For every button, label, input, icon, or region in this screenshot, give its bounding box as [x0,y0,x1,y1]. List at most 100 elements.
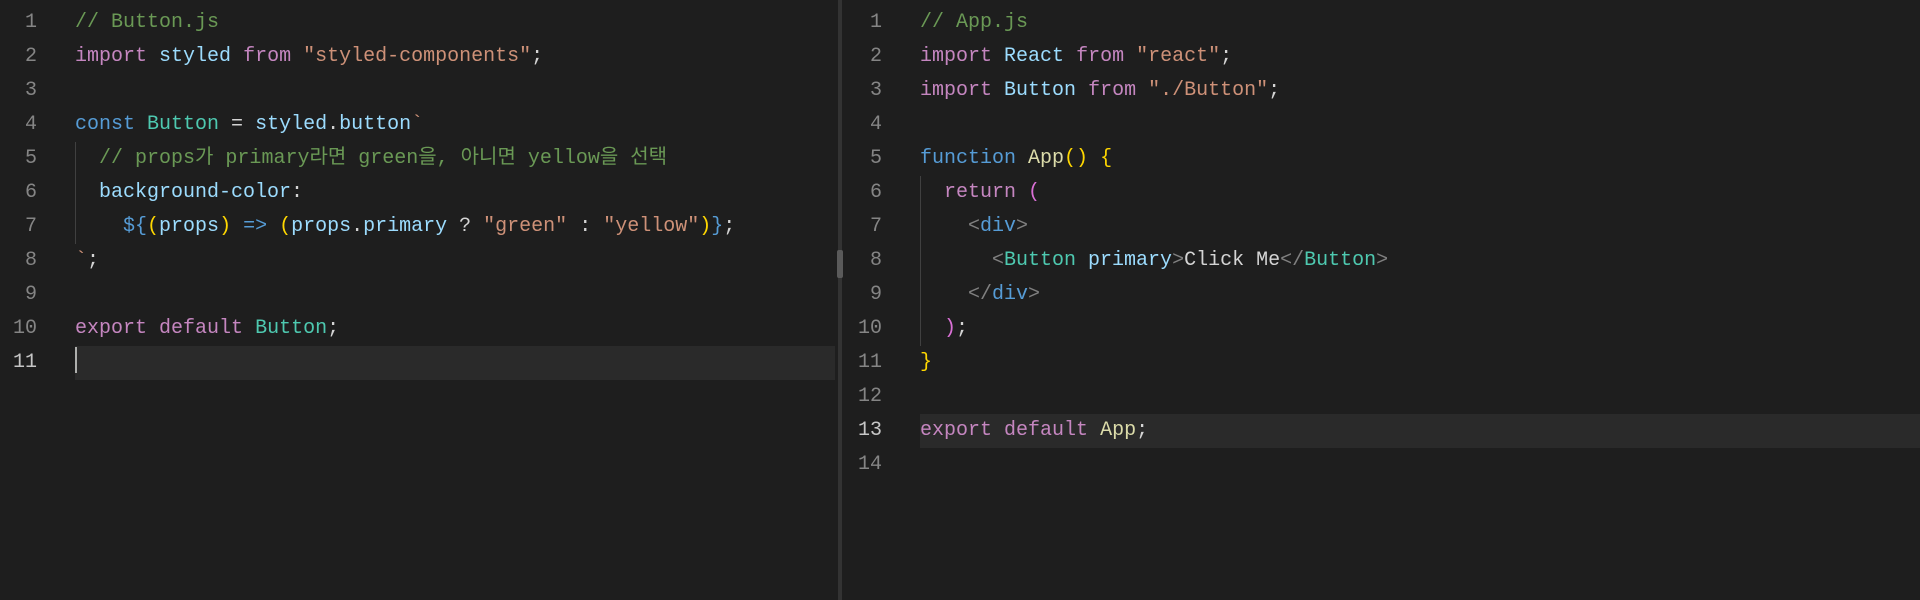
tok: styled [159,45,231,68]
code-line[interactable] [920,108,1920,142]
line-number: 9 [845,278,900,312]
tok: ; [723,215,735,238]
tok: Button [1304,249,1376,272]
tok: export [75,317,147,340]
tok: "./Button" [1148,79,1268,102]
tok: ; [1268,79,1280,102]
editor-pane-left[interactable]: 1 2 3 4 5 6 7 8 9 10 11 // Button.js imp… [0,0,835,600]
tok: import [920,79,992,102]
code-line[interactable] [920,380,1920,414]
tok: ? [447,215,483,238]
tok: ( [147,215,159,238]
code-line[interactable]: // props가 primary라면 green을, 아니면 yellow을 … [75,142,835,176]
tok: : [291,181,303,204]
tok: = [219,113,255,136]
tok: primary [363,215,447,238]
gutter-left: 1 2 3 4 5 6 7 8 9 10 11 [0,0,55,600]
line-number: 11 [0,346,55,380]
tok: const [75,113,135,136]
tok: App [1028,147,1064,170]
code-line[interactable] [75,278,835,312]
comment-text: // App.js [920,11,1028,34]
code-line[interactable]: `; [75,244,835,278]
line-number: 2 [845,40,900,74]
tok: } [711,215,723,238]
code-line[interactable]: <Button primary>Click Me</Button> [920,244,1920,278]
code-line[interactable]: } [920,346,1920,380]
tok: () [1064,147,1088,170]
line-number: 1 [845,6,900,40]
tok: ; [531,45,543,68]
tok: } [920,351,932,374]
tok: > [1028,283,1040,306]
tok: ; [956,317,968,340]
tok: ) [219,215,231,238]
tok [75,215,123,238]
tok [920,249,992,272]
tok: ${ [123,215,147,238]
tok [75,181,99,204]
line-number: 4 [845,108,900,142]
code-line[interactable]: const Button = styled.button` [75,108,835,142]
code-line[interactable]: // Button.js [75,6,835,40]
code-line-active[interactable] [75,346,835,380]
line-number: 5 [0,142,55,176]
tok: styled [255,113,327,136]
line-number: 7 [845,210,900,244]
tok: export [920,419,992,442]
code-line[interactable]: return ( [920,176,1920,210]
tok: ( [279,215,291,238]
tok: import [75,45,147,68]
tok: Button [1004,79,1076,102]
tok: ; [1136,419,1148,442]
line-number: 12 [845,380,900,414]
code-area-left[interactable]: // Button.js import styled from "styled-… [55,0,835,600]
code-line[interactable]: export default Button; [75,312,835,346]
line-number: 6 [0,176,55,210]
tok: React [1004,45,1064,68]
code-line[interactable]: ); [920,312,1920,346]
tok: from [1076,45,1124,68]
code-line[interactable]: <div> [920,210,1920,244]
tok: ( [1016,181,1040,204]
editor-pane-right[interactable]: 1 2 3 4 5 6 7 8 9 10 11 12 13 14 // App.… [845,0,1920,600]
line-number: 11 [845,346,900,380]
tok: </ [968,283,992,306]
code-line[interactable]: import Button from "./Button"; [920,74,1920,108]
tok: . [327,113,339,136]
code-line[interactable]: </div> [920,278,1920,312]
tok: ; [1220,45,1232,68]
tok: > [1016,215,1028,238]
tok: > [1376,249,1388,272]
code-line[interactable]: background-color: [75,176,835,210]
code-area-right[interactable]: // App.js import React from "react"; imp… [900,0,1920,600]
line-number: 1 [0,6,55,40]
code-line[interactable]: // App.js [920,6,1920,40]
tok: props [291,215,351,238]
tok: Button [1004,249,1076,272]
code-line[interactable] [920,448,1920,482]
code-line[interactable]: function App() { [920,142,1920,176]
code-line[interactable]: ${(props) => (props.primary ? "green" : … [75,210,835,244]
code-line-active[interactable]: export default App; [920,414,1920,448]
code-line[interactable]: import React from "react"; [920,40,1920,74]
gutter-right: 1 2 3 4 5 6 7 8 9 10 11 12 13 14 [845,0,900,600]
tok: ` [75,249,87,272]
pane-splitter[interactable] [835,0,845,600]
line-number: 2 [0,40,55,74]
tok [75,147,99,170]
line-number: 13 [845,414,900,448]
line-number: 14 [845,448,900,482]
code-line[interactable]: import styled from "styled-components"; [75,40,835,74]
splitter-handle-icon[interactable] [837,250,843,278]
tok [920,215,968,238]
comment-text: // Button.js [75,11,219,34]
tok: "react" [1136,45,1220,68]
tok: function [920,147,1016,170]
tok: Button [147,113,219,136]
tok: ` [411,113,423,136]
line-number: 6 [845,176,900,210]
tok: { [1088,147,1112,170]
tok: => [231,215,279,238]
code-line[interactable] [75,74,835,108]
